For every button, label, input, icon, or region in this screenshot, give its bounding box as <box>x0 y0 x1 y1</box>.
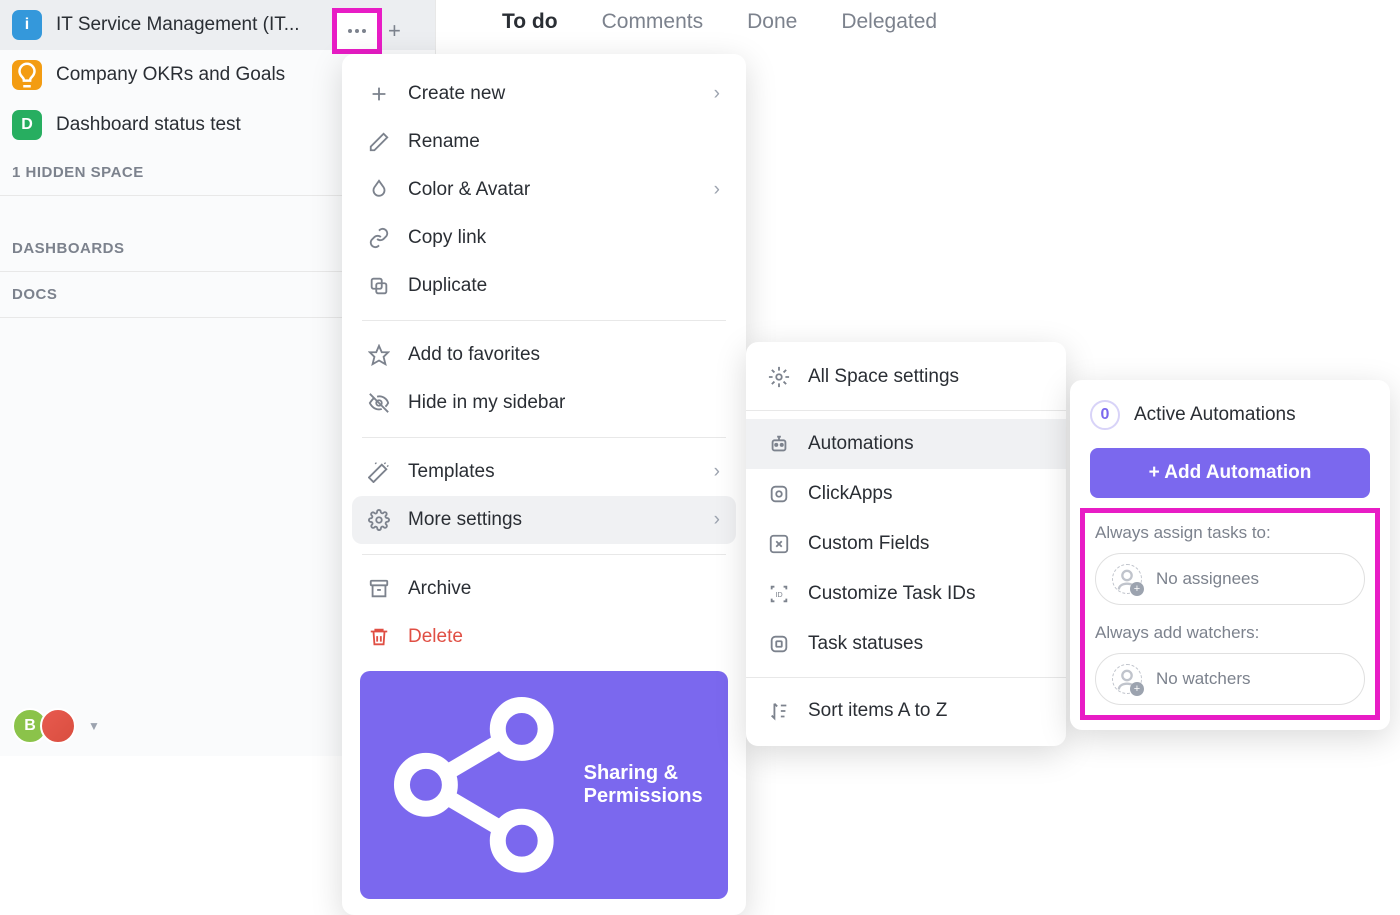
menu-favorites[interactable]: Add to favorites <box>342 331 746 379</box>
menu-label: Color & Avatar <box>408 179 696 201</box>
divider <box>746 410 1066 411</box>
menu-label: Hide in my sidebar <box>408 392 720 414</box>
menu-templates[interactable]: Templates › <box>342 448 746 496</box>
pencil-icon <box>368 131 390 153</box>
droplet-icon <box>368 179 390 201</box>
watchers-placeholder: No watchers <box>1156 669 1250 689</box>
menu-copy-link[interactable]: Copy link <box>342 214 746 262</box>
space-context-menu: Create new › Rename Color & Avatar › Cop… <box>342 54 746 915</box>
menu-label: Copy link <box>408 227 720 249</box>
divider <box>362 320 726 321</box>
plus-icon <box>368 83 390 105</box>
eye-off-icon <box>368 392 390 414</box>
tab-todo[interactable]: To do <box>480 0 580 62</box>
menu-rename[interactable]: Rename <box>342 118 746 166</box>
submenu-task-statuses[interactable]: Task statuses <box>746 619 1066 669</box>
menu-label: Rename <box>408 131 720 153</box>
menu-label: Add to favorites <box>408 344 720 366</box>
menu-label: Create new <box>408 83 696 105</box>
user-add-icon: + <box>1112 564 1142 594</box>
edit-icon <box>768 533 790 555</box>
chevron-right-icon: › <box>714 509 720 531</box>
automations-panel: 0 Active Automations + Add Automation Al… <box>1070 380 1390 730</box>
menu-create-new[interactable]: Create new › <box>342 70 746 118</box>
trash-icon <box>368 626 390 648</box>
divider <box>362 554 726 555</box>
avatar-stack[interactable]: B <box>12 708 76 744</box>
menu-label: All Space settings <box>808 366 1044 388</box>
assign-watchers-highlight: Always assign tasks to: + No assignees A… <box>1080 508 1380 720</box>
menu-label: Customize Task IDs <box>808 583 1044 605</box>
submenu-task-ids[interactable]: ID Customize Task IDs <box>746 569 1066 619</box>
tab-bar: To do Comments Done Delegated <box>480 0 959 62</box>
watchers-selector[interactable]: + No watchers <box>1095 653 1365 705</box>
avatar <box>40 708 76 744</box>
status-icon <box>768 633 790 655</box>
tab-delegated[interactable]: Delegated <box>819 0 959 62</box>
menu-label: Duplicate <box>408 275 720 297</box>
chevron-right-icon: › <box>714 179 720 201</box>
panel-header: 0 Active Automations <box>1090 400 1370 430</box>
chevron-down-icon[interactable]: ▼ <box>88 719 100 733</box>
divider <box>362 437 726 438</box>
assignees-placeholder: No assignees <box>1156 569 1259 589</box>
sharing-permissions-button[interactable]: Sharing & Permissions <box>360 671 728 899</box>
submenu-sort[interactable]: Sort items A to Z <box>746 686 1066 736</box>
menu-label: ClickApps <box>808 483 1044 505</box>
robot-icon <box>768 433 790 455</box>
tab-comments[interactable]: Comments <box>580 0 726 62</box>
submenu-custom-fields[interactable]: Custom Fields <box>746 519 1066 569</box>
id-icon: ID <box>768 583 790 605</box>
menu-label: Custom Fields <box>808 533 1044 555</box>
apps-icon <box>768 483 790 505</box>
share-label: Sharing & Permissions <box>584 762 710 808</box>
automations-count-badge: 0 <box>1090 400 1120 430</box>
add-automation-button[interactable]: + Add Automation <box>1090 448 1370 498</box>
gear-icon <box>768 366 790 388</box>
space-icon <box>12 60 42 90</box>
menu-label: Task statuses <box>808 633 1044 655</box>
menu-color-avatar[interactable]: Color & Avatar › <box>342 166 746 214</box>
archive-icon <box>368 578 390 600</box>
space-icon: D <box>12 110 42 140</box>
wand-icon <box>368 461 390 483</box>
menu-label: Delete <box>408 626 720 648</box>
space-icon: i <box>12 10 42 40</box>
menu-label: Templates <box>408 461 696 483</box>
submenu-all-space-settings[interactable]: All Space settings <box>746 352 1066 402</box>
add-space-button[interactable]: + <box>388 18 401 44</box>
space-more-button[interactable] <box>332 8 382 54</box>
tab-done[interactable]: Done <box>725 0 819 62</box>
gear-icon <box>368 509 390 531</box>
submenu-automations[interactable]: Automations <box>746 419 1066 469</box>
menu-label: Automations <box>808 433 1044 455</box>
menu-more-settings[interactable]: More settings › <box>352 496 736 544</box>
panel-title: Active Automations <box>1134 404 1296 426</box>
assign-label: Always assign tasks to: <box>1095 523 1365 543</box>
ellipsis-icon <box>345 19 369 43</box>
link-icon <box>368 227 390 249</box>
menu-archive[interactable]: Archive <box>342 565 746 613</box>
menu-label: Archive <box>408 578 720 600</box>
menu-label: More settings <box>408 509 696 531</box>
menu-hide-sidebar[interactable]: Hide in my sidebar <box>342 379 746 427</box>
menu-delete[interactable]: Delete <box>342 613 746 661</box>
copy-icon <box>368 275 390 297</box>
svg-text:ID: ID <box>775 590 782 599</box>
menu-label: Sort items A to Z <box>808 700 1044 722</box>
more-settings-submenu: All Space settings Automations ClickApps… <box>746 342 1066 746</box>
sort-icon <box>768 700 790 722</box>
assignees-selector[interactable]: + No assignees <box>1095 553 1365 605</box>
divider <box>746 677 1066 678</box>
submenu-clickapps[interactable]: ClickApps <box>746 469 1066 519</box>
chevron-right-icon: › <box>714 461 720 483</box>
menu-duplicate[interactable]: Duplicate <box>342 262 746 310</box>
user-add-icon: + <box>1112 664 1142 694</box>
star-icon <box>368 344 390 366</box>
watchers-label: Always add watchers: <box>1095 623 1365 643</box>
chevron-right-icon: › <box>714 83 720 105</box>
